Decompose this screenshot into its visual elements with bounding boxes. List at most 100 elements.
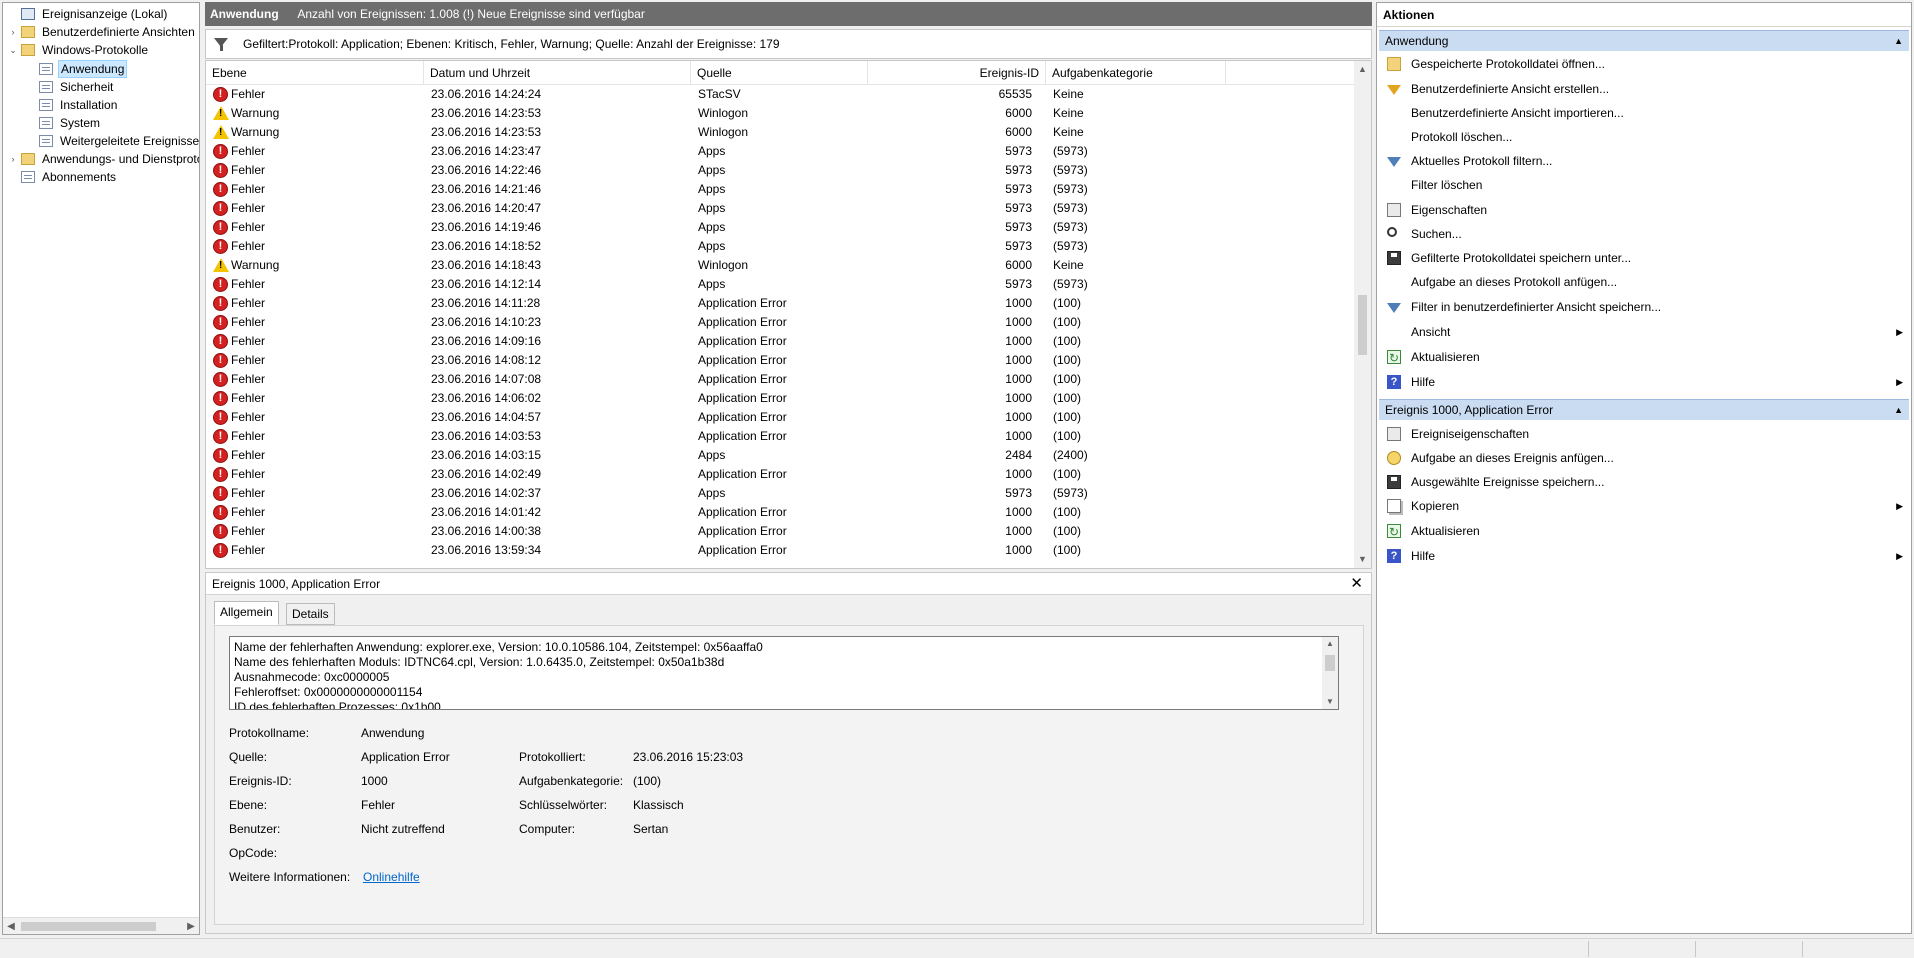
event-row[interactable]: ! Fehler 23.06.2016 14:01:42 Application Er…	[206, 503, 1354, 522]
column-header-task-category[interactable]: Aufgabenkategorie	[1046, 61, 1226, 85]
source-cell: STacSV	[698, 87, 741, 101]
event-row[interactable]: ! Fehler 23.06.2016 14:21:46 Apps 5973 (5973)	[206, 180, 1354, 199]
scroll-left-icon[interactable]: ◀	[3, 919, 19, 934]
action-item[interactable]: Aufgabe an dieses Protokoll anfügen...	[1379, 271, 1909, 293]
log-title-bar: Anwendung Anzahl von Ereignissen: 1.008 …	[205, 2, 1372, 26]
logged-value: 23.06.2016 15:23:03	[633, 750, 744, 764]
level-text: Fehler	[231, 391, 266, 405]
tree-horizontal-scrollbar[interactable]: ◀ ▶	[3, 917, 199, 934]
tree-expander-icon[interactable]: ›	[7, 150, 19, 168]
event-row[interactable]: ! Fehler 23.06.2016 14:22:46 Apps 5973 (5973)	[206, 161, 1354, 180]
date-cell: 23.06.2016 14:07:08	[431, 372, 542, 386]
source-cell: Apps	[698, 486, 726, 500]
event-row[interactable]: ! Warnung 23.06.2016 14:23:53 Winlogon 6000 K…	[206, 104, 1354, 123]
action-item[interactable]: Eigenschaften	[1379, 199, 1909, 221]
task-category-cell: Keine	[1053, 258, 1084, 272]
action-item[interactable]: Gefilterte Protokolldatei speichern unte…	[1379, 247, 1909, 269]
action-label: Filter in benutzerdefinierter Ansicht sp…	[1411, 300, 1662, 314]
save-icon	[1387, 251, 1401, 265]
action-item[interactable]: Aktualisieren	[1379, 346, 1909, 369]
action-item[interactable]: Benutzerdefinierte Ansicht erstellen...	[1379, 78, 1909, 100]
level-cell: ! Fehler	[213, 180, 413, 199]
action-item[interactable]: Protokoll löschen...	[1379, 126, 1909, 148]
tab-details[interactable]: Details	[286, 603, 335, 625]
event-id-cell: 5973	[1005, 486, 1032, 500]
action-item[interactable]: ? Hilfe ▶	[1379, 371, 1909, 393]
action-item[interactable]: ? Hilfe ▶	[1379, 545, 1909, 567]
description-line: ID des fehlerhaften Prozesses: 0x1b00	[234, 700, 441, 710]
event-row[interactable]: ! Fehler 23.06.2016 14:12:14 Apps 5973 (5973)	[206, 275, 1354, 294]
event-count-info: Anzahl von Ereignissen: 1.008 (!) Neue E…	[297, 7, 645, 21]
scroll-down-icon[interactable]: ▼	[1354, 551, 1371, 568]
action-label: Kopieren	[1411, 499, 1460, 513]
column-header-source[interactable]: Quelle	[691, 61, 868, 85]
event-row[interactable]: ! Fehler 23.06.2016 14:02:37 Apps 5973 (5973)	[206, 484, 1354, 503]
scroll-thumb[interactable]	[1358, 295, 1367, 355]
event-row[interactable]: ! Fehler 23.06.2016 14:11:28 Application Er…	[206, 294, 1354, 313]
date-cell: 23.06.2016 14:18:52	[431, 239, 542, 253]
source-cell: Application Error	[698, 372, 787, 386]
collapse-icon[interactable]: ▲	[1894, 400, 1903, 421]
close-icon[interactable]: ✕	[1350, 573, 1363, 595]
event-row[interactable]: ! Fehler 23.06.2016 14:04:57 Application Er…	[206, 408, 1354, 427]
event-row[interactable]: ! Fehler 23.06.2016 14:07:08 Application Er…	[206, 370, 1354, 389]
tree-expander-icon[interactable]: ⌄	[7, 41, 19, 59]
scroll-down-icon[interactable]: ▼	[1322, 695, 1338, 709]
action-item[interactable]: Kopieren ▶	[1379, 495, 1909, 517]
actions-section-log[interactable]: Anwendung ▲	[1379, 30, 1909, 51]
collapse-icon[interactable]: ▲	[1894, 31, 1903, 52]
event-row[interactable]: ! Fehler 23.06.2016 14:02:49 Application Er…	[206, 465, 1354, 484]
action-item[interactable]: Filter löschen	[1379, 174, 1909, 196]
event-row[interactable]: ! Fehler 23.06.2016 14:10:23 Application Er…	[206, 313, 1354, 332]
event-description[interactable]: Name der fehlerhaften Anwendung: explore…	[229, 636, 1339, 710]
event-row[interactable]: ! Fehler 23.06.2016 14:03:15 Apps 2484 (2400)	[206, 446, 1354, 465]
event-row[interactable]: ! Fehler 23.06.2016 14:20:47 Apps 5973 (5973)	[206, 199, 1354, 218]
scroll-up-icon[interactable]: ▲	[1354, 61, 1371, 78]
event-row[interactable]: ! Fehler 23.06.2016 14:23:47 Apps 5973 (5973)	[206, 142, 1354, 161]
level-cell: ! Fehler	[213, 484, 413, 503]
event-row[interactable]: ! Fehler 23.06.2016 14:09:16 Application Er…	[206, 332, 1354, 351]
tree-expander-icon[interactable]: ›	[7, 23, 19, 41]
event-row[interactable]: ! Fehler 23.06.2016 14:24:24 STacSV 65535 Kei…	[206, 85, 1354, 104]
action-item[interactable]: Ausgewählte Ereignisse speichern...	[1379, 471, 1909, 493]
action-item[interactable]: Aktualisieren	[1379, 520, 1909, 543]
scroll-thumb[interactable]	[1325, 655, 1335, 671]
tab-general[interactable]: Allgemein	[214, 601, 279, 625]
event-row[interactable]: ! Warnung 23.06.2016 14:23:53 Winlogon 6000 K…	[206, 123, 1354, 142]
error-icon: !	[213, 486, 228, 501]
column-header-level[interactable]: Ebene	[206, 61, 424, 85]
online-help-link[interactable]: Onlinehilfe	[363, 869, 420, 885]
action-item[interactable]: Aufgabe an dieses Ereignis anfügen...	[1379, 447, 1909, 469]
task-category-cell: (100)	[1053, 296, 1082, 310]
action-item[interactable]: Benutzerdefinierte Ansicht importieren..…	[1379, 102, 1909, 124]
event-row[interactable]: ! Fehler 23.06.2016 13:59:34 Application Er…	[206, 541, 1354, 560]
event-row[interactable]: ! Fehler 23.06.2016 14:03:53 Application Er…	[206, 427, 1354, 446]
action-item[interactable]: Ereigniseigenschaften	[1379, 423, 1909, 445]
scroll-right-icon[interactable]: ▶	[183, 919, 199, 934]
action-item[interactable]: Suchen...	[1379, 223, 1909, 245]
event-list-scrollbar[interactable]: ▲ ▼	[1354, 61, 1371, 568]
event-row[interactable]: ! Fehler 23.06.2016 14:06:02 Application Er…	[206, 389, 1354, 408]
level-cell: ! Fehler	[213, 503, 413, 522]
column-header-event-id[interactable]: Ereignis-ID	[868, 61, 1046, 85]
event-row[interactable]: ! Fehler 23.06.2016 14:00:38 Application Er…	[206, 522, 1354, 541]
tree-item-label: Windows-Protokolle	[42, 43, 149, 57]
user-label: Benutzer:	[229, 822, 281, 836]
action-item[interactable]: Aktuelles Protokoll filtern...	[1379, 150, 1909, 172]
description-scrollbar[interactable]: ▲ ▼	[1322, 637, 1338, 709]
event-row[interactable]: ! Fehler 23.06.2016 14:19:46 Apps 5973 (5973)	[206, 218, 1354, 237]
action-item[interactable]: Ansicht ▶	[1379, 321, 1909, 343]
folder-icon	[21, 26, 35, 38]
event-row[interactable]: ! Warnung 23.06.2016 14:18:43 Winlogon 6000 K…	[206, 256, 1354, 275]
action-item[interactable]: Filter in benutzerdefinierter Ansicht sp…	[1379, 296, 1909, 318]
event-id-cell: 5973	[1005, 163, 1032, 177]
column-header-date[interactable]: Datum und Uhrzeit	[424, 61, 691, 85]
scroll-up-icon[interactable]: ▲	[1322, 637, 1338, 651]
level-text: Fehler	[231, 353, 266, 367]
filter-text: Gefiltert:Protokoll: Application; Ebenen…	[243, 37, 780, 51]
event-row[interactable]: ! Fehler 23.06.2016 14:08:12 Application Er…	[206, 351, 1354, 370]
scroll-thumb[interactable]	[21, 922, 156, 931]
actions-section-event[interactable]: Ereignis 1000, Application Error ▲	[1379, 399, 1909, 420]
event-row[interactable]: ! Fehler 23.06.2016 14:18:52 Apps 5973 (5973)	[206, 237, 1354, 256]
action-item[interactable]: Gespeicherte Protokolldatei öffnen...	[1379, 53, 1909, 75]
